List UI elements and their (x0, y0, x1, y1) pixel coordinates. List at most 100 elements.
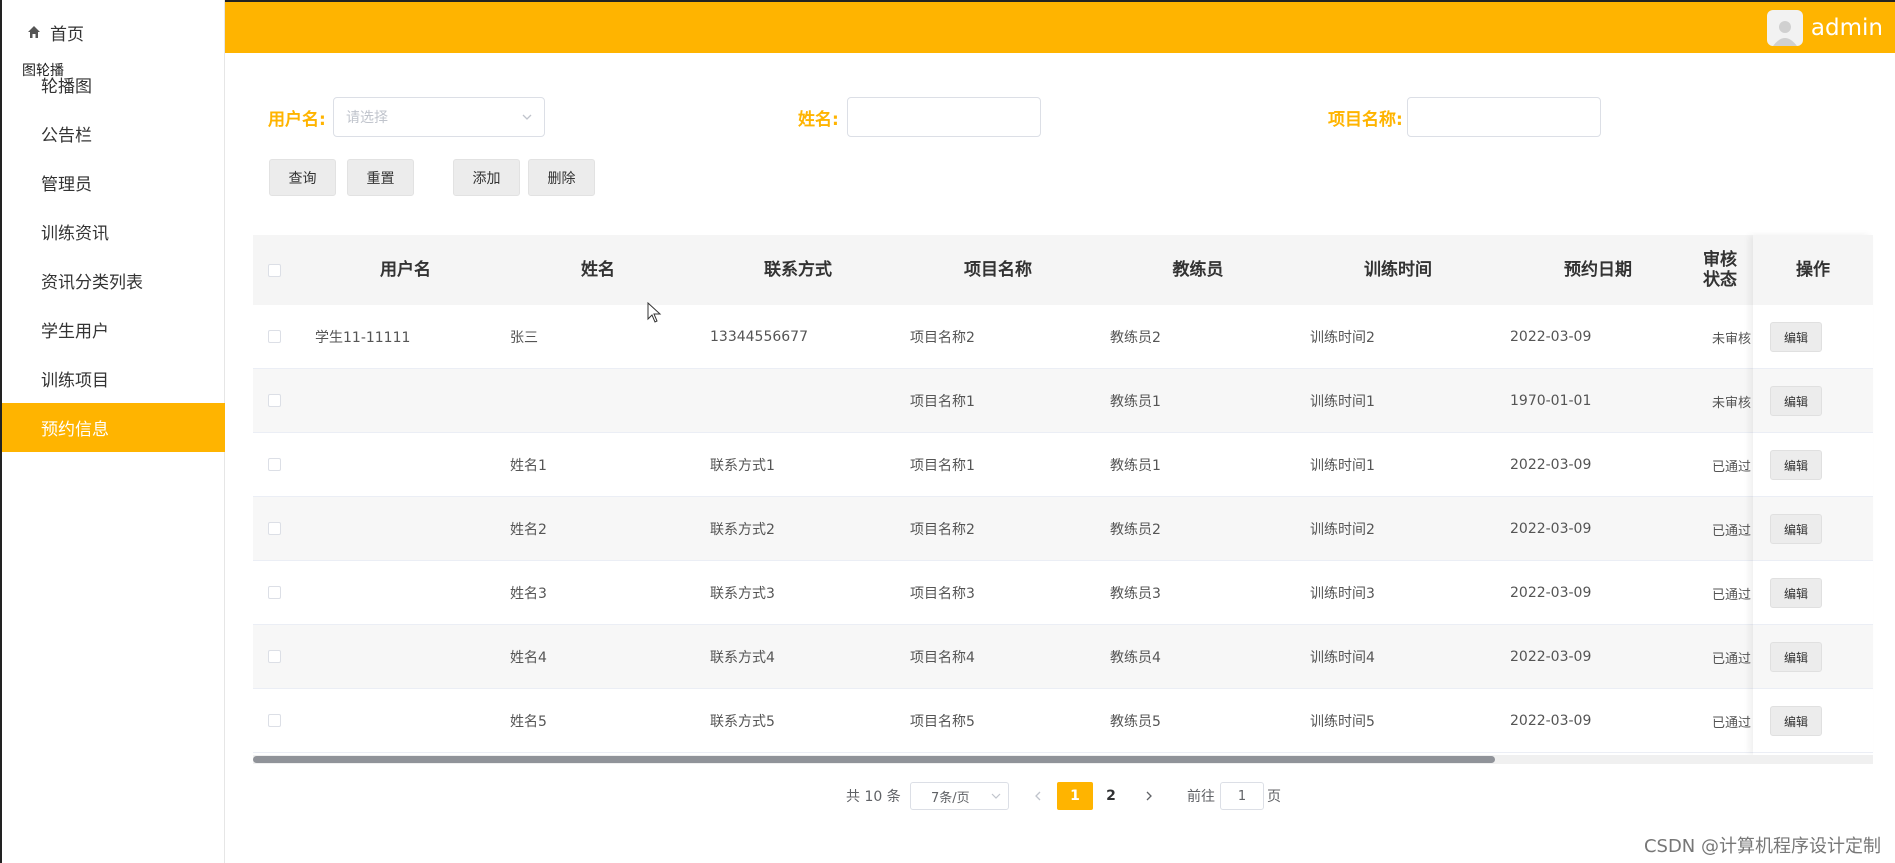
column-header[interactable]: 训练时间 (1298, 235, 1498, 305)
row-checkbox[interactable] (268, 522, 281, 535)
sidebar-item-bookings[interactable]: 预约信息 (2, 403, 225, 452)
user-menu[interactable]: admin (1766, 8, 1883, 48)
watermark: CSDN @计算机程序设计定制 (1643, 836, 1881, 857)
top-bar: admin (225, 0, 1895, 53)
goto-page-input[interactable]: 1 (1220, 782, 1264, 810)
row-checkbox[interactable] (268, 586, 281, 599)
sidebar-item-news-category[interactable]: 资讯分类列表 (2, 256, 225, 305)
username-select[interactable]: 请选择 (333, 97, 545, 137)
column-header[interactable]: 用户名 (313, 235, 498, 305)
add-button[interactable]: 添加 (453, 159, 520, 196)
column-header[interactable]: 预约日期 (1498, 235, 1698, 305)
table-cell: 训练时间3 (1310, 586, 1375, 602)
chevron-down-icon (522, 114, 532, 120)
name-input[interactable] (847, 97, 1041, 137)
column-header[interactable]: 联系方式 (698, 235, 898, 305)
table-cell: 未审核 (1712, 395, 1752, 411)
table-cell: 训练时间5 (1310, 714, 1375, 730)
sidebar-item-news[interactable]: 训练资讯 (2, 207, 225, 256)
table-row[interactable]: 姓名1 联系方式1 项目名称1 教练员1 训练时间1 2022-03-09 已通过 编辑 (253, 433, 1873, 497)
horizontal-scrollbar[interactable] (253, 756, 1495, 763)
row-checkbox[interactable] (268, 394, 281, 407)
table-cell: 联系方式1 (710, 458, 775, 474)
table-cell: 项目名称3 (910, 586, 975, 602)
sidebar-item-projects[interactable]: 训练项目 (2, 354, 225, 403)
table-cell: 已通过 (1712, 715, 1752, 731)
select-all-checkbox[interactable] (268, 264, 281, 277)
table-cell: 姓名3 (510, 586, 547, 602)
table-cell: 姓名1 (510, 458, 547, 474)
sidebar-item-carousel[interactable]: 轮播图 (2, 60, 225, 109)
table-cell: 学生11-11111 (315, 330, 411, 346)
sidebar-home[interactable]: 首页 (26, 18, 84, 46)
table-cell: 训练时间1 (1310, 394, 1375, 410)
row-checkbox[interactable] (268, 330, 281, 343)
table-cell: 教练员5 (1110, 714, 1161, 730)
table-cell: 张三 (510, 330, 538, 346)
page-number-1[interactable]: 1 (1057, 782, 1093, 810)
table-cell: 联系方式4 (710, 650, 775, 666)
table-cell: 项目名称1 (910, 394, 975, 410)
row-checkbox[interactable] (268, 458, 281, 471)
column-header[interactable]: 教练员 (1098, 235, 1298, 305)
table-cell: 已通过 (1712, 459, 1752, 475)
page-size-select[interactable]: 7条/页 (910, 782, 1009, 810)
table-cell: 训练时间2 (1310, 330, 1375, 346)
table-cell: 教练员4 (1110, 650, 1161, 666)
table-row[interactable]: 姓名2 联系方式2 项目名称2 教练员2 训练时间2 2022-03-09 已通过 编辑 (253, 497, 1873, 561)
table-row[interactable]: 姓名4 联系方式4 项目名称4 教练员4 训练时间4 2022-03-09 已通过 编辑 (253, 625, 1873, 689)
table-cell: 2022-03-09 (1510, 329, 1592, 345)
filter-username-label: 用户名: (268, 110, 326, 130)
table-row[interactable]: 项目名称1 教练员1 训练时间1 1970-01-01 未审核 编辑 (253, 369, 1873, 433)
table-cell: 2022-03-09 (1510, 713, 1592, 729)
column-header[interactable]: 审核状态 (1698, 235, 1742, 305)
column-header[interactable]: 姓名 (498, 235, 698, 305)
next-page-icon[interactable] (1142, 789, 1156, 803)
home-icon (28, 26, 40, 38)
table-cell: 2022-03-09 (1510, 457, 1592, 473)
mouse-cursor-icon (647, 302, 662, 323)
delete-button[interactable]: 删除 (528, 159, 595, 196)
sidebar-home-label: 首页 (50, 24, 84, 45)
row-checkbox[interactable] (268, 714, 281, 727)
table-cell: 2022-03-09 (1510, 521, 1592, 537)
table-row[interactable]: 姓名5 联系方式5 项目名称5 教练员5 训练时间5 2022-03-09 已通过 编辑 (253, 689, 1873, 753)
table-cell: 已通过 (1712, 523, 1752, 539)
table-cell: 训练时间2 (1310, 522, 1375, 538)
sidebar-item-students[interactable]: 学生用户 (2, 305, 225, 354)
table-cell: 已通过 (1712, 587, 1752, 603)
sidebar-item-admin[interactable]: 管理员 (2, 158, 225, 207)
table-cell: 项目名称2 (910, 330, 975, 346)
sidebar-item-label: 公告栏 (41, 126, 92, 146)
bookings-table: 用户名 姓名 联系方式 项目名称 教练员 训练时间 预约日期 审核状态 操作 学… (253, 235, 1873, 765)
table-cell: 13344556677 (710, 329, 808, 345)
table-cell: 训练时间4 (1310, 650, 1375, 666)
sidebar-item-label: 学生用户 (41, 322, 109, 342)
table-cell: 2022-03-09 (1510, 649, 1592, 665)
sidebar-item-notice[interactable]: 公告栏 (2, 109, 225, 158)
table-cell: 联系方式3 (710, 586, 775, 602)
table-cell: 1970-01-01 (1510, 393, 1592, 409)
reset-button[interactable]: 重置 (347, 159, 414, 196)
table-cell: 项目名称1 (910, 458, 975, 474)
table-row[interactable]: 姓名3 联系方式3 项目名称3 教练员3 训练时间3 2022-03-09 已通过 编辑 (253, 561, 1873, 625)
table-cell: 已通过 (1712, 651, 1752, 667)
chevron-down-icon (991, 793, 1001, 799)
table-cell: 训练时间1 (1310, 458, 1375, 474)
table-cell: 联系方式2 (710, 522, 775, 538)
username-select-placeholder: 请选择 (346, 110, 388, 126)
table-cell: 教练员1 (1110, 458, 1161, 474)
sidebar-item-label: 管理员 (41, 175, 92, 195)
page-number-2[interactable]: 2 (1093, 782, 1129, 810)
table-cell: 教练员2 (1110, 522, 1161, 538)
search-button[interactable]: 查询 (269, 159, 336, 196)
table-row[interactable]: 学生11-11111 张三 13344556677 项目名称2 教练员2 训练时间2 202… (253, 305, 1873, 369)
sidebar-item-label: 预约信息 (41, 420, 109, 440)
sidebar-item-label: 轮播图 (41, 77, 92, 97)
column-header[interactable]: 项目名称 (898, 235, 1098, 305)
table-cell: 项目名称4 (910, 650, 975, 666)
project-name-input[interactable] (1407, 97, 1601, 137)
sidebar-item-label: 训练项目 (41, 371, 109, 391)
row-checkbox[interactable] (268, 650, 281, 663)
prev-page-icon[interactable] (1031, 789, 1045, 803)
